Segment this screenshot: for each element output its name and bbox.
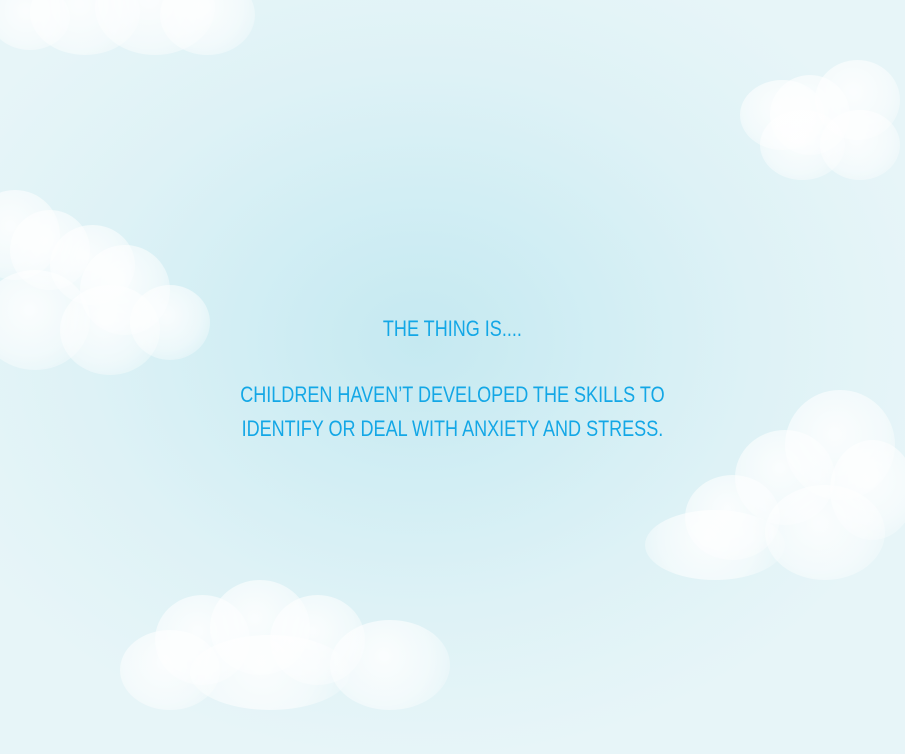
cloud-top-left: [0, 0, 260, 60]
slide-body-line-2: IDENTIFY OR DEAL WITH ANXIETY AND STRESS…: [241, 416, 664, 441]
cloud-left: [0, 190, 210, 385]
slide-body-line-1: CHILDREN HAVEN’T DEVELOPED THE SKILLS TO: [240, 382, 665, 407]
cloud-bottom: [120, 580, 460, 715]
sky-background: THE THING IS.... CHILDREN HAVEN’T DEVELO…: [0, 0, 905, 754]
cloud-top-right: [740, 60, 905, 185]
slide-heading: THE THING IS....: [382, 316, 522, 341]
